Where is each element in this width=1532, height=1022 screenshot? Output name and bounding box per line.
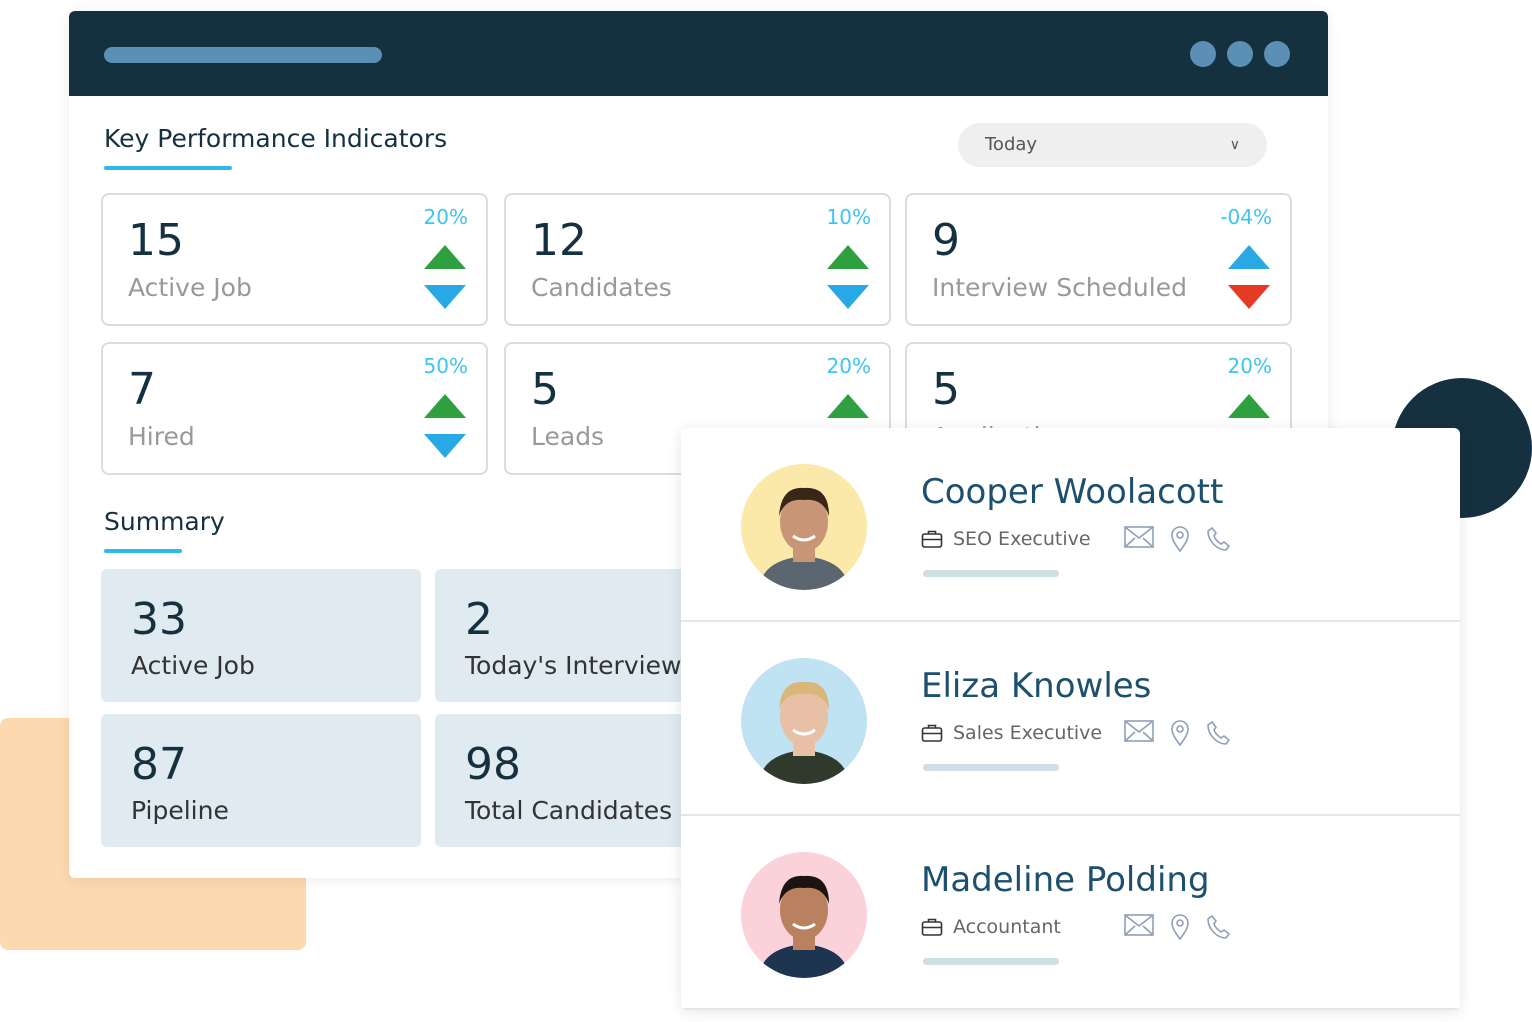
- window-header: [69, 11, 1328, 96]
- candidate-row[interactable]: Madeline Polding Accountant: [681, 816, 1460, 1010]
- kpi-label: Active Job: [128, 273, 252, 302]
- triangle-up-icon: [1228, 245, 1270, 269]
- role-text: SEO Executive: [953, 528, 1091, 550]
- candidate-role: Sales Executive: [921, 722, 1102, 744]
- summary-underline: [104, 549, 182, 553]
- candidate-row[interactable]: Cooper Woolacott SEO Executive: [681, 428, 1460, 622]
- summary-label: Active Job: [131, 651, 255, 680]
- mail-icon[interactable]: [1124, 914, 1154, 936]
- kpi-card[interactable]: 12 Candidates 10%: [504, 193, 891, 326]
- role-text: Accountant: [953, 916, 1061, 938]
- mail-icon[interactable]: [1124, 720, 1154, 742]
- location-pin-icon[interactable]: [1170, 914, 1190, 940]
- dot-icon[interactable]: [1190, 41, 1216, 67]
- candidate-role: SEO Executive: [921, 528, 1091, 550]
- kpi-label: Leads: [531, 422, 605, 451]
- kpi-value: 5: [531, 364, 559, 415]
- progress-bar: [923, 570, 1059, 577]
- candidate-name[interactable]: Eliza Knowles: [921, 666, 1151, 706]
- kpi-change: 20%: [826, 354, 871, 378]
- progress-bar: [923, 958, 1059, 965]
- kpi-change: -04%: [1220, 205, 1272, 229]
- avatar: [741, 464, 867, 590]
- summary-value: 2: [465, 594, 493, 645]
- triangle-down-icon: [424, 285, 466, 309]
- summary-card[interactable]: 33 Active Job: [101, 569, 421, 702]
- mail-icon[interactable]: [1124, 526, 1154, 548]
- kpi-change: 10%: [826, 205, 871, 229]
- location-pin-icon[interactable]: [1170, 720, 1190, 746]
- phone-icon[interactable]: [1206, 720, 1232, 746]
- triangle-up-icon: [827, 394, 869, 418]
- phone-icon[interactable]: [1206, 526, 1232, 552]
- kpi-value: 15: [128, 215, 184, 266]
- kpi-card[interactable]: 7 Hired 50%: [101, 342, 488, 475]
- date-filter-dropdown[interactable]: Today ∨: [958, 123, 1267, 167]
- kpi-underline: [104, 166, 232, 170]
- kpi-change: 20%: [423, 205, 468, 229]
- location-pin-icon[interactable]: [1170, 526, 1190, 552]
- kpi-label: Candidates: [531, 273, 672, 302]
- summary-card[interactable]: 87 Pipeline: [101, 714, 421, 847]
- summary-label: Pipeline: [131, 796, 229, 825]
- candidate-row[interactable]: Eliza Knowles Sales Executive: [681, 622, 1460, 816]
- summary-label: Total Candidates: [465, 796, 673, 825]
- kpi-label: Hired: [128, 422, 195, 451]
- chevron-down-icon: ∨: [1229, 137, 1240, 153]
- triangle-down-icon: [424, 434, 466, 458]
- triangle-up-icon: [424, 394, 466, 418]
- dropdown-value: Today: [985, 134, 1038, 155]
- triangle-up-icon: [424, 245, 466, 269]
- briefcase-icon: [921, 724, 943, 742]
- kpi-card[interactable]: 9 Interview Scheduled -04%: [905, 193, 1292, 326]
- kpi-value: 7: [128, 364, 156, 415]
- progress-bar: [923, 764, 1059, 771]
- kpi-change: 50%: [423, 354, 468, 378]
- phone-icon[interactable]: [1206, 914, 1232, 940]
- kpi-change: 20%: [1227, 354, 1272, 378]
- summary-title: Summary: [104, 507, 225, 536]
- kpi-value: 5: [932, 364, 960, 415]
- kpi-card[interactable]: 15 Active Job 20%: [101, 193, 488, 326]
- dot-icon[interactable]: [1264, 41, 1290, 67]
- avatar: [741, 658, 867, 784]
- summary-value: 98: [465, 739, 521, 790]
- role-text: Sales Executive: [953, 722, 1103, 744]
- dot-icon[interactable]: [1227, 41, 1253, 67]
- kpi-title: Key Performance Indicators: [104, 124, 448, 153]
- summary-label: Today's Interviews: [465, 651, 695, 680]
- candidate-name[interactable]: Madeline Polding: [921, 860, 1210, 900]
- kpi-value: 9: [932, 215, 960, 266]
- briefcase-icon: [921, 918, 943, 936]
- kpi-label: Interview Scheduled: [932, 273, 1187, 302]
- triangle-up-icon: [1228, 394, 1270, 418]
- kpi-value: 12: [531, 215, 587, 266]
- candidate-list-card: Cooper Woolacott SEO Executive Eliza Kno…: [681, 428, 1460, 1010]
- window-controls: [1190, 41, 1290, 67]
- briefcase-icon: [921, 530, 943, 548]
- candidate-role: Accountant: [921, 916, 1061, 938]
- summary-value: 87: [131, 739, 187, 790]
- title-placeholder-bar: [104, 47, 382, 63]
- triangle-down-icon: [827, 285, 869, 309]
- triangle-up-icon: [827, 245, 869, 269]
- avatar: [741, 852, 867, 978]
- candidate-name[interactable]: Cooper Woolacott: [921, 472, 1223, 512]
- summary-value: 33: [131, 594, 187, 645]
- triangle-down-icon: [1228, 285, 1270, 309]
